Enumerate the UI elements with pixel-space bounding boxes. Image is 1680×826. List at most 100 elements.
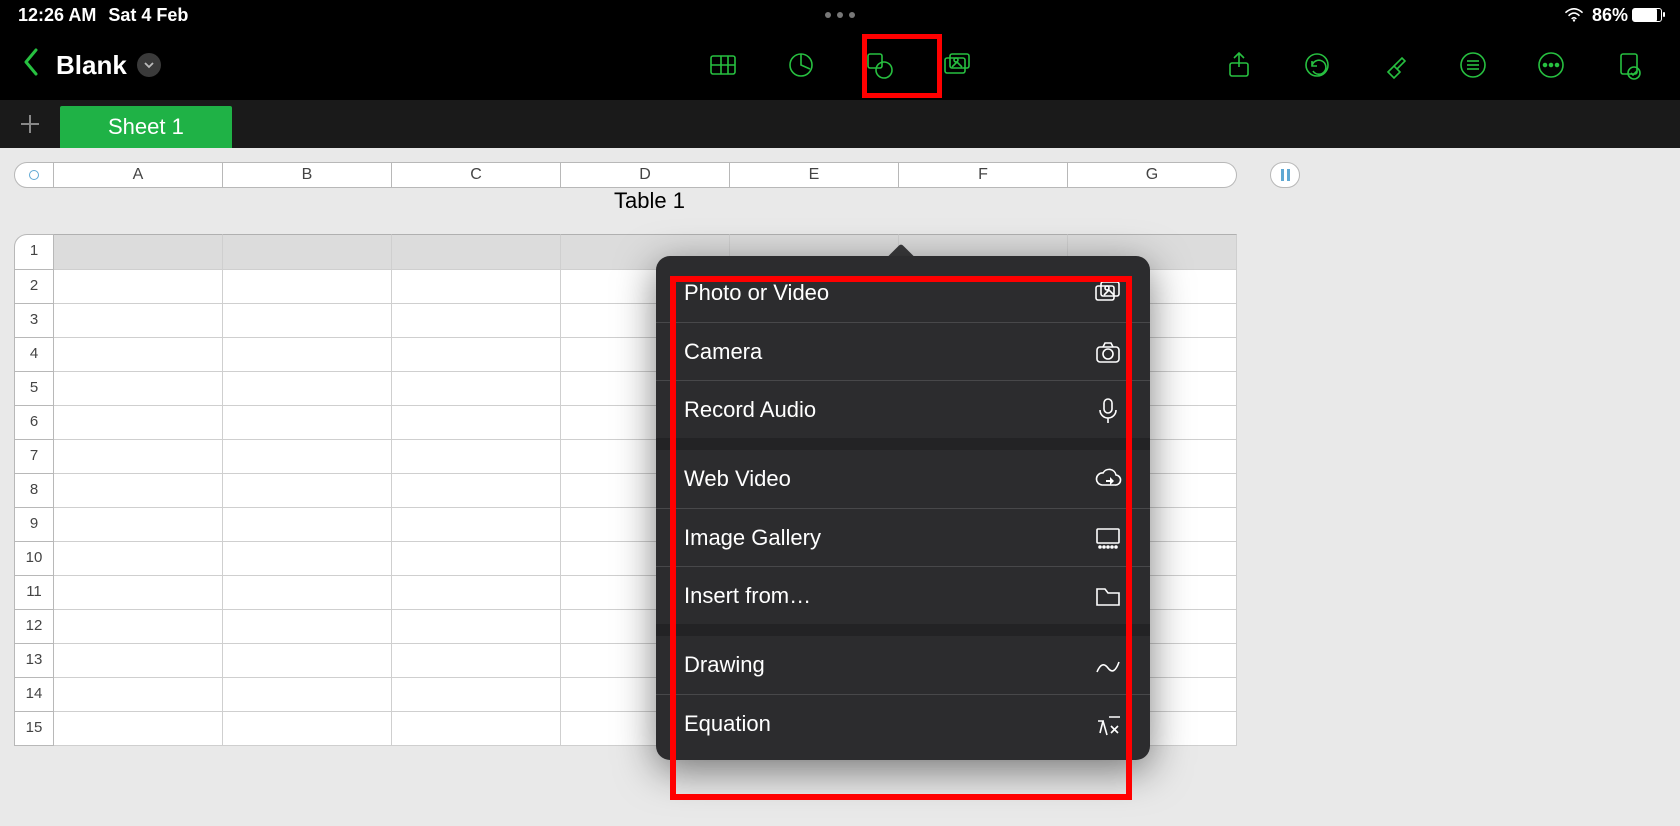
cell[interactable]: [392, 474, 561, 508]
cell[interactable]: [392, 372, 561, 406]
cell[interactable]: [223, 712, 392, 746]
row-header[interactable]: 8: [14, 474, 54, 508]
equation-icon: [1094, 711, 1122, 737]
row-header[interactable]: 13: [14, 644, 54, 678]
cell[interactable]: [223, 440, 392, 474]
menu-item-label: Image Gallery: [684, 525, 821, 551]
menu-drawing[interactable]: Drawing: [656, 636, 1150, 694]
row-header[interactable]: 2: [14, 270, 54, 304]
row-header[interactable]: 12: [14, 610, 54, 644]
menu-mic[interactable]: Record Audio: [656, 380, 1150, 438]
cell[interactable]: [54, 610, 223, 644]
cell[interactable]: [223, 474, 392, 508]
back-button[interactable]: [14, 46, 48, 85]
cell[interactable]: [223, 270, 392, 304]
row-header[interactable]: 7: [14, 440, 54, 474]
cell[interactable]: [54, 304, 223, 338]
cell[interactable]: [223, 542, 392, 576]
status-bar: 12:26 AM Sat 4 Feb 86%: [0, 0, 1680, 30]
share-icon[interactable]: [1222, 48, 1256, 82]
cell[interactable]: [223, 304, 392, 338]
insert-table-icon[interactable]: [706, 48, 740, 82]
col-header[interactable]: B: [223, 162, 392, 188]
add-sheet-button[interactable]: [0, 100, 60, 148]
cell[interactable]: [392, 508, 561, 542]
col-header[interactable]: F: [899, 162, 1068, 188]
select-all-corner[interactable]: [14, 162, 54, 188]
cell[interactable]: [54, 712, 223, 746]
row-header[interactable]: 15: [14, 712, 54, 746]
col-header[interactable]: A: [54, 162, 223, 188]
cell[interactable]: [54, 474, 223, 508]
cell[interactable]: [54, 372, 223, 406]
cell[interactable]: [392, 712, 561, 746]
menu-photo[interactable]: Photo or Video: [656, 264, 1150, 322]
sheet-tab-1[interactable]: Sheet 1: [60, 106, 232, 148]
row-header[interactable]: 3: [14, 304, 54, 338]
cell[interactable]: [54, 234, 223, 270]
spreadsheet-canvas[interactable]: A B C D E F G Table 1 1 2 3 4 5 6 7 8 9 …: [0, 148, 1680, 826]
cell[interactable]: [223, 610, 392, 644]
cell[interactable]: [392, 406, 561, 440]
cell[interactable]: [223, 372, 392, 406]
menu-equation[interactable]: Equation: [656, 694, 1150, 752]
cell[interactable]: [54, 576, 223, 610]
cell[interactable]: [392, 270, 561, 304]
wifi-icon: [1564, 8, 1584, 22]
cell[interactable]: [223, 576, 392, 610]
cell[interactable]: [392, 542, 561, 576]
document-settings-icon[interactable]: [1612, 48, 1646, 82]
insert-media-icon[interactable]: [940, 48, 974, 82]
cell[interactable]: [54, 270, 223, 304]
cell[interactable]: [223, 508, 392, 542]
undo-icon[interactable]: [1300, 48, 1334, 82]
col-header[interactable]: E: [730, 162, 899, 188]
cell[interactable]: [392, 644, 561, 678]
row-header[interactable]: 14: [14, 678, 54, 712]
cell[interactable]: [223, 644, 392, 678]
menu-gallery[interactable]: Image Gallery: [656, 508, 1150, 566]
document-title[interactable]: Blank: [56, 50, 127, 81]
cell[interactable]: [392, 576, 561, 610]
cell[interactable]: [392, 234, 561, 270]
cell[interactable]: [223, 406, 392, 440]
row-header[interactable]: 9: [14, 508, 54, 542]
cell[interactable]: [54, 508, 223, 542]
format-brush-icon[interactable]: [1378, 48, 1412, 82]
multitask-dots[interactable]: [825, 12, 855, 18]
insert-chart-icon[interactable]: [784, 48, 818, 82]
more-icon[interactable]: [1534, 48, 1568, 82]
row-header[interactable]: 10: [14, 542, 54, 576]
cell[interactable]: [223, 338, 392, 372]
row-header[interactable]: 1: [14, 234, 54, 270]
row-header[interactable]: 4: [14, 338, 54, 372]
menu-folder[interactable]: Insert from…: [656, 566, 1150, 624]
menu-camera[interactable]: Camera: [656, 322, 1150, 380]
cell[interactable]: [392, 610, 561, 644]
col-header[interactable]: C: [392, 162, 561, 188]
title-dropdown[interactable]: [137, 53, 161, 77]
row-header[interactable]: 5: [14, 372, 54, 406]
cell[interactable]: [392, 678, 561, 712]
cell[interactable]: [223, 678, 392, 712]
row-header[interactable]: 11: [14, 576, 54, 610]
cell[interactable]: [392, 304, 561, 338]
insert-shape-icon[interactable]: [862, 48, 896, 82]
row-header[interactable]: 6: [14, 406, 54, 440]
cell[interactable]: [54, 542, 223, 576]
table-title[interactable]: Table 1: [614, 188, 685, 214]
menu-cloud[interactable]: Web Video: [656, 450, 1150, 508]
cell[interactable]: [54, 440, 223, 474]
cell[interactable]: [54, 406, 223, 440]
col-header[interactable]: G: [1068, 162, 1237, 188]
cell[interactable]: [223, 234, 392, 270]
cell[interactable]: [392, 338, 561, 372]
toolbar: Blank: [0, 30, 1680, 100]
cell[interactable]: [392, 440, 561, 474]
pause-handle[interactable]: [1270, 162, 1300, 188]
cell[interactable]: [54, 678, 223, 712]
cell[interactable]: [54, 338, 223, 372]
cell[interactable]: [54, 644, 223, 678]
col-header[interactable]: D: [561, 162, 730, 188]
list-icon[interactable]: [1456, 48, 1490, 82]
